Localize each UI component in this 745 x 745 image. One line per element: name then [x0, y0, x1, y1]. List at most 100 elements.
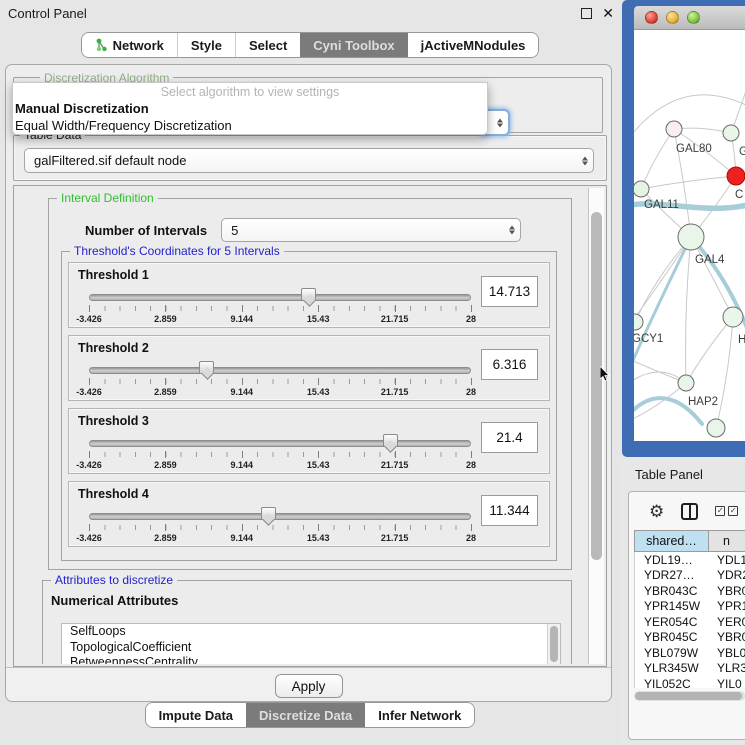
- number-of-intervals-combobox[interactable]: 5: [221, 218, 521, 242]
- tab-jactivemnodules[interactable]: jActiveMNodules: [408, 33, 539, 57]
- slider-track[interactable]: [89, 367, 471, 374]
- threshold-3-slider[interactable]: -3.426 2.859 9.144 15.43 21.715 28: [89, 433, 471, 473]
- network-window-titlebar[interactable]: [634, 6, 745, 30]
- threshold-label: Threshold 4: [78, 487, 149, 501]
- dropdown-option-equal-width-frequency[interactable]: Equal Width/Frequency Discretization: [13, 117, 487, 134]
- node-label: HAP2: [688, 396, 718, 408]
- mouse-cursor: [600, 366, 611, 387]
- network-view-window[interactable]: GAL80GCGAL11GAL4GCY1HHAP2: [622, 0, 745, 457]
- cyni-panel: Discretization Algorithm Table Data galF…: [5, 64, 612, 702]
- slider-ticks: [89, 452, 471, 457]
- close-traffic-light[interactable]: [645, 11, 658, 24]
- network-canvas[interactable]: GAL80GCGAL11GAL4GCY1HHAP2: [634, 30, 745, 441]
- control-panel-tabbar: Network Style Select Cyni Toolbox jActiv…: [0, 32, 620, 58]
- threshold-panel: Threshold 3 -3.426 2.859 9.1: [68, 408, 550, 474]
- threshold-4-value-field[interactable]: 11.344: [481, 495, 538, 526]
- table-rows: YDL19…YDL1 YDR27…YDR2 YBR043CYBR0 YPR145…: [634, 552, 745, 688]
- tab-impute-data[interactable]: Impute Data: [146, 703, 246, 727]
- network-node[interactable]: [634, 314, 643, 330]
- table-panel-title: Table Panel: [620, 457, 745, 482]
- list-scrollbar[interactable]: [547, 624, 560, 664]
- thresholds-group: Threshold's Coordinates for 5 Intervals …: [61, 251, 557, 561]
- apply-button[interactable]: Apply: [275, 674, 343, 698]
- threshold-1-slider[interactable]: -3.426 2.859 9.144 15.43 21.715 28: [89, 287, 471, 327]
- slider-track[interactable]: [89, 513, 471, 520]
- minimize-traffic-light[interactable]: [666, 11, 679, 24]
- scrollbar-thumb[interactable]: [635, 692, 742, 700]
- close-icon[interactable]: ✕: [602, 5, 614, 22]
- algorithm-dropdown-popup: Select algorithm to view settings Manual…: [12, 82, 488, 135]
- threshold-2-slider[interactable]: -3.426 2.859 9.144 15.43 21.715 28: [89, 360, 471, 400]
- select-columns-icons[interactable]: ✓ ✓: [715, 506, 738, 516]
- node-label: C: [735, 189, 743, 201]
- network-node[interactable]: [666, 121, 682, 137]
- tab-discretize-data[interactable]: Discretize Data: [246, 703, 365, 727]
- checkbox-icon: ✓: [715, 506, 725, 516]
- network-node[interactable]: [678, 224, 704, 250]
- table-row[interactable]: YIL052CYIL0: [635, 676, 745, 688]
- table-row[interactable]: YER054CYER0: [635, 614, 745, 630]
- table-row[interactable]: YPR145WYPR1: [635, 599, 745, 615]
- slider-thumb[interactable]: [383, 434, 398, 447]
- node-table: shared… n YDL19…YDL1 YDR27…YDR2 YBR043CY…: [634, 530, 745, 701]
- threshold-2-value-field[interactable]: 6.316: [481, 349, 538, 380]
- node-label: GAL4: [695, 254, 725, 266]
- threshold-panel: Threshold 2 -3.426 2.859 9.1: [68, 335, 550, 401]
- slider-thumb[interactable]: [199, 361, 214, 374]
- table-row[interactable]: YBL079WYBL0: [635, 645, 745, 661]
- network-node[interactable]: [723, 125, 739, 141]
- column-header-name[interactable]: n: [709, 531, 745, 551]
- threshold-label: Threshold 3: [78, 414, 149, 428]
- control-panel-titlebar: Control Panel ✕: [0, 0, 620, 26]
- horizontal-scrollbar[interactable]: [634, 691, 745, 701]
- list-item[interactable]: BetweennessCentrality: [62, 655, 560, 664]
- table-data-combobox[interactable]: galFiltered.sif default node: [24, 148, 594, 173]
- float-window-icon[interactable]: [581, 8, 592, 19]
- columns-icon[interactable]: [681, 503, 698, 520]
- table-panel-window: Table Panel ⚙ ✓ ✓ shared… n YDL19…YDL1 Y…: [620, 457, 745, 745]
- threshold-label: Threshold 2: [78, 341, 149, 355]
- network-node[interactable]: [723, 307, 743, 327]
- slider-thumb[interactable]: [301, 288, 316, 301]
- numerical-attributes-label: Numerical Attributes: [51, 593, 178, 608]
- slider-track[interactable]: [89, 440, 471, 447]
- network-node[interactable]: [678, 375, 694, 391]
- vertical-scrollbar[interactable]: [588, 188, 604, 664]
- table-row[interactable]: YBR043CYBR0: [635, 583, 745, 599]
- node-label: H: [738, 334, 745, 346]
- tab-infer-network[interactable]: Infer Network: [365, 703, 474, 727]
- tab-network[interactable]: Network: [82, 33, 177, 57]
- table-row[interactable]: YLR345WYLR3: [635, 661, 745, 677]
- apply-strip: Apply: [6, 667, 611, 701]
- slider-thumb[interactable]: [261, 507, 276, 520]
- combo-arrows-icon: [509, 226, 515, 235]
- slider-ticks: [89, 525, 471, 530]
- list-item[interactable]: TopologicalCoefficient: [62, 640, 560, 656]
- threshold-4-slider[interactable]: -3.426 2.859 9.144 15.43 21.715 28: [89, 506, 471, 546]
- table-data-group: Table Data galFiltered.sif default node: [13, 135, 607, 181]
- threshold-panel: Threshold 4 -3.426 2.859 9.1: [68, 481, 550, 547]
- dropdown-option-manual-discretization[interactable]: Manual Discretization: [13, 100, 487, 117]
- number-of-intervals-label: Number of Intervals: [85, 223, 207, 238]
- slider-track[interactable]: [89, 294, 471, 301]
- tab-select[interactable]: Select: [235, 33, 300, 57]
- column-header-shared-name[interactable]: shared…: [635, 531, 709, 551]
- checkbox-icon: ✓: [728, 506, 738, 516]
- network-node[interactable]: [634, 181, 649, 197]
- table-row[interactable]: YDL19…YDL1: [635, 552, 745, 568]
- threshold-1-value-field[interactable]: 14.713: [481, 276, 538, 307]
- table-row[interactable]: YDR27…YDR2: [635, 568, 745, 584]
- zoom-traffic-light[interactable]: [687, 11, 700, 24]
- table-row[interactable]: YBR045CYBR0: [635, 630, 745, 646]
- threshold-label: Threshold 1: [78, 268, 149, 282]
- list-item[interactable]: SelfLoops: [62, 624, 560, 640]
- tab-cyni-toolbox[interactable]: Cyni Toolbox: [300, 33, 407, 57]
- combo-arrows-icon: [497, 118, 503, 127]
- network-node[interactable]: [727, 167, 745, 185]
- network-node[interactable]: [707, 419, 725, 437]
- numerical-attributes-list[interactable]: SelfLoops TopologicalCoefficient Between…: [61, 623, 561, 664]
- network-icon: [95, 38, 108, 52]
- threshold-3-value-field[interactable]: 21.4: [481, 422, 538, 453]
- tab-style[interactable]: Style: [177, 33, 235, 57]
- gear-icon[interactable]: ⚙: [649, 503, 664, 520]
